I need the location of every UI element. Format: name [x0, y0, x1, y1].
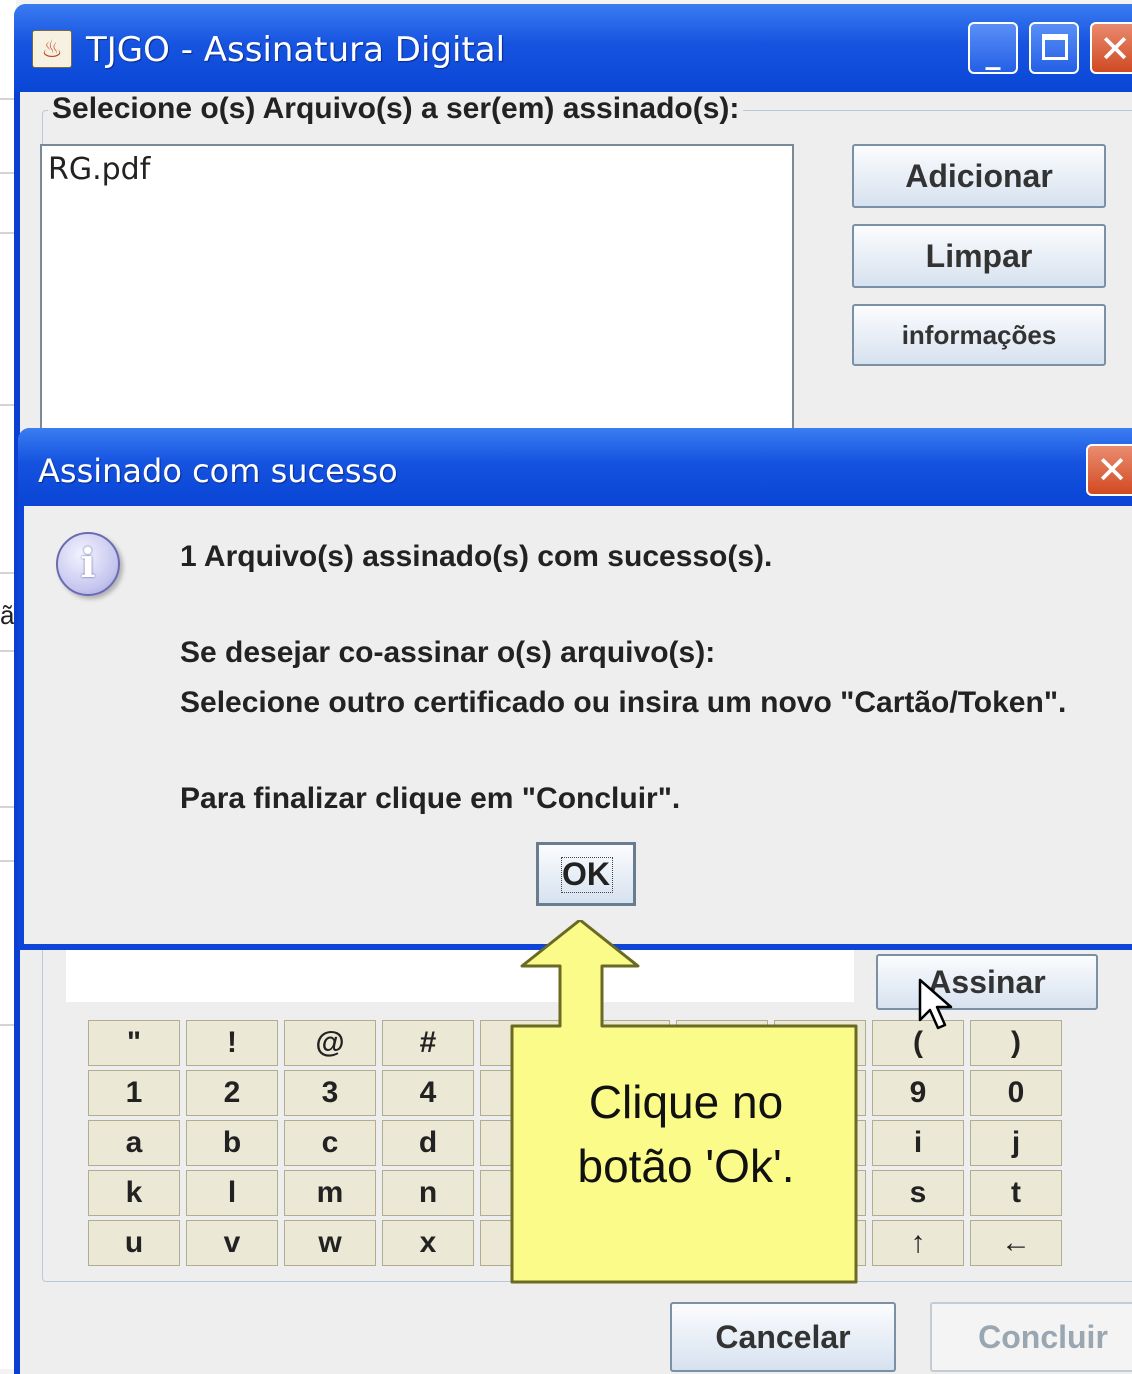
- keyboard-key[interactable]: 1: [88, 1070, 180, 1116]
- main-titlebar[interactable]: ♨ TJGO - Assinatura Digital _ ✕: [14, 4, 1132, 92]
- close-button[interactable]: ✕: [1090, 22, 1132, 74]
- keyboard-key[interactable]: j: [970, 1120, 1062, 1166]
- keyboard-key[interactable]: 3: [284, 1070, 376, 1116]
- sign-button[interactable]: Assinar: [876, 954, 1098, 1010]
- maximize-icon: [1031, 24, 1077, 72]
- clear-button[interactable]: Limpar: [852, 224, 1106, 288]
- keyboard-key[interactable]: n: [382, 1170, 474, 1216]
- java-icon: ♨: [32, 30, 72, 68]
- keyboard-key[interactable]: #: [382, 1020, 474, 1066]
- keyboard-key[interactable]: 2: [186, 1070, 278, 1116]
- keyboard-key[interactable]: t: [970, 1170, 1062, 1216]
- tutorial-callout: Clique no botão 'Ok'.: [510, 920, 860, 1288]
- keyboard-key[interactable]: x: [382, 1220, 474, 1266]
- dialog-titlebar[interactable]: Assinado com sucesso ✕: [18, 428, 1132, 506]
- keyboard-key[interactable]: c: [284, 1120, 376, 1166]
- dialog-close-button[interactable]: ✕: [1086, 444, 1132, 496]
- message-line: Se desejar co-assinar o(s) arquivo(s):: [180, 636, 716, 669]
- keyboard-key[interactable]: m: [284, 1170, 376, 1216]
- keyboard-key[interactable]: k: [88, 1170, 180, 1216]
- keyboard-key[interactable]: l: [186, 1170, 278, 1216]
- message-line: 1 Arquivo(s) assinado(s) com sucesso(s).: [180, 540, 773, 573]
- minimize-icon: _: [985, 36, 1001, 71]
- close-icon: ✕: [1096, 448, 1128, 492]
- mouse-cursor-icon: [918, 978, 954, 1039]
- ok-button[interactable]: OK: [536, 842, 636, 906]
- keyboard-key[interactable]: w: [284, 1220, 376, 1266]
- keyboard-key[interactable]: @: [284, 1020, 376, 1066]
- keyboard-key[interactable]: ↑: [872, 1220, 964, 1266]
- keyboard-key[interactable]: s: [872, 1170, 964, 1216]
- keyboard-key[interactable]: 0: [970, 1070, 1062, 1116]
- list-item[interactable]: RG.pdf: [48, 152, 150, 187]
- minimize-button[interactable]: _: [968, 22, 1018, 74]
- callout-line: botão 'Ok'.: [577, 1140, 795, 1192]
- keyboard-key[interactable]: 4: [382, 1070, 474, 1116]
- keyboard-key[interactable]: a: [88, 1120, 180, 1166]
- keyboard-key[interactable]: ): [970, 1020, 1062, 1066]
- keyboard-key[interactable]: b: [186, 1120, 278, 1166]
- background-text: ã: [0, 600, 15, 630]
- file-list[interactable]: RG.pdf: [40, 144, 794, 444]
- keyboard-key[interactable]: ": [88, 1020, 180, 1066]
- message-line: Selecione outro certificado ou insira um…: [180, 686, 1067, 719]
- success-dialog: Assinado com sucesso ✕ i 1 Arquivo(s) as…: [18, 428, 1132, 950]
- callout-line: Clique no: [588, 1076, 784, 1128]
- add-button[interactable]: Adicionar: [852, 144, 1106, 208]
- group-label: Selecione o(s) Arquivo(s) a ser(em) assi…: [48, 92, 744, 126]
- keyboard-key[interactable]: 9: [872, 1070, 964, 1116]
- dialog-body: i 1 Arquivo(s) assinado(s) com sucesso(s…: [24, 506, 1132, 944]
- message-line: Para finalizar clique em "Concluir".: [180, 782, 681, 815]
- callout-text: Clique no botão 'Ok'.: [538, 1070, 834, 1198]
- keyboard-key[interactable]: ←: [970, 1220, 1062, 1266]
- keyboard-key[interactable]: i: [872, 1120, 964, 1166]
- close-icon: ✕: [1099, 27, 1131, 71]
- keyboard-key[interactable]: !: [186, 1020, 278, 1066]
- info-icon: i: [56, 532, 120, 596]
- focus-indicator: [561, 857, 613, 893]
- window-title: TJGO - Assinatura Digital: [86, 30, 506, 70]
- maximize-button[interactable]: [1029, 22, 1079, 74]
- keyboard-key[interactable]: u: [88, 1220, 180, 1266]
- keyboard-key[interactable]: v: [186, 1220, 278, 1266]
- cancel-button[interactable]: Cancelar: [670, 1302, 896, 1372]
- keyboard-key[interactable]: d: [382, 1120, 474, 1166]
- dialog-title: Assinado com sucesso: [38, 452, 398, 490]
- conclude-button: Concluir: [930, 1302, 1132, 1372]
- info-button[interactable]: informações: [852, 304, 1106, 366]
